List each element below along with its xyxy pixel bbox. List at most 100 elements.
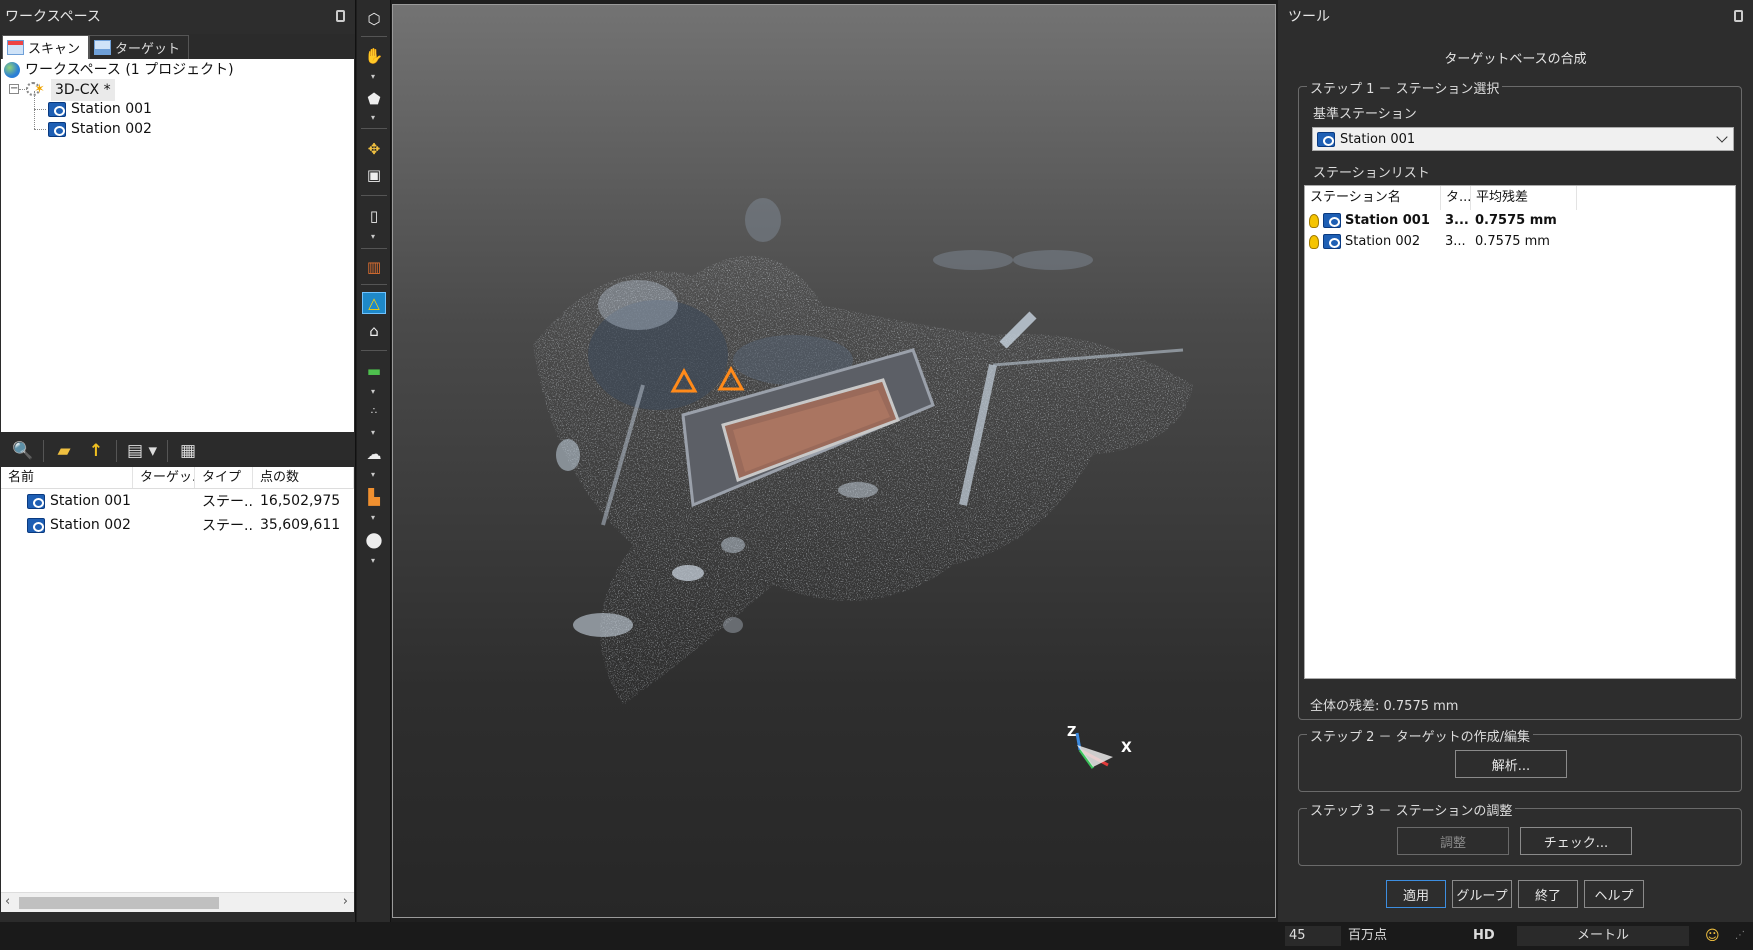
workspace-title: ワークスペース: [0, 0, 355, 34]
list-item[interactable]: Station 002 3... 0.7575 mm: [1305, 231, 1735, 252]
station-icon: [27, 493, 45, 509]
circle-icon[interactable]: ●: [362, 527, 386, 551]
target-tool-icon[interactable]: △: [362, 292, 386, 314]
length-unit-field[interactable]: メートル: [1517, 926, 1689, 946]
search-icon[interactable]: 🔍: [8, 438, 38, 464]
list-points: 35,609,611: [260, 517, 341, 533]
adjust-button[interactable]: 調整: [1397, 827, 1509, 855]
page-icon[interactable]: ▯: [362, 205, 386, 227]
list-item[interactable]: Station 002 ステー... 35,609,611: [1, 513, 354, 537]
list-name: Station 002: [50, 517, 131, 533]
col-target[interactable]: ターゲッ...: [133, 467, 195, 488]
col-type[interactable]: タイプ: [195, 467, 253, 488]
col-residual[interactable]: 平均残差: [1471, 186, 1577, 210]
col-points[interactable]: 点の数: [253, 467, 354, 488]
view-mode-icon[interactable]: ▤ ▾: [122, 438, 162, 464]
hand-pan-icon[interactable]: ✋: [362, 45, 386, 67]
station-icon: [1317, 131, 1335, 147]
3d-viewport[interactable]: Z X: [392, 4, 1276, 918]
axis-gizmo: [1075, 732, 1113, 769]
point-cloud: [533, 198, 1193, 769]
bulb-icon[interactable]: [1309, 213, 1319, 228]
step3-group: ステップ 3 － ステーションの調整 調整 チェック...: [1298, 800, 1742, 866]
col-t[interactable]: タ...: [1441, 186, 1471, 210]
list-item[interactable]: Station 001 3... 0.7575 mm: [1305, 210, 1735, 231]
col-station-name[interactable]: ステーション名: [1305, 186, 1441, 210]
collapse-toggle[interactable]: −: [9, 84, 19, 94]
user-icon[interactable]: ☺: [1705, 926, 1720, 946]
list-item[interactable]: Station 001 ステー... 16,502,975: [1, 489, 354, 513]
layer-icon[interactable]: ▬: [362, 360, 386, 382]
tree-item-station-001[interactable]: Station 001: [48, 98, 152, 120]
pin-icon[interactable]: [1734, 10, 1743, 22]
point-budget-value[interactable]: 45: [1285, 926, 1341, 946]
tab-target[interactable]: ターゲット: [89, 35, 190, 59]
step1-group: ステップ 1 － ステーション選択 基準ステーション Station 001 ス…: [1298, 78, 1742, 720]
fit-view-icon[interactable]: ▣: [362, 164, 386, 186]
view-toolbar: ⬡ ✋ ▾ ⬟ ▾ ✥ ▣ ▯ ▾ ▥ △ ⌂ ▬ ▾ ∴ ▾ ☁ ▾ ▙ ▾ …: [357, 0, 391, 922]
analyze-button[interactable]: 解析...: [1455, 750, 1567, 778]
tab-scan[interactable]: スキャン: [2, 35, 90, 59]
base-station-label: 基準ステーション: [1313, 107, 1417, 122]
tools-panel: ツール ターゲットベースの合成 ステップ 1 － ステーション選択 基準ステーシ…: [1278, 0, 1753, 922]
station-row-name: Station 002: [1345, 234, 1421, 249]
horizontal-scrollbar[interactable]: ‹ ›: [1, 892, 354, 912]
workspace-tree: ワークスペース (1 プロジェクト) − 3D-CX * Station 001…: [1, 59, 354, 432]
tree-item-workspace[interactable]: ワークスペース (1 プロジェクト): [4, 59, 234, 81]
tree-item-station-002[interactable]: Station 002: [48, 118, 152, 140]
tools-heading: ターゲットベースの合成: [1444, 52, 1587, 67]
export-icon[interactable]: ▦: [173, 438, 203, 464]
points-icon[interactable]: ∴: [362, 400, 386, 422]
step2-legend: ステップ 2 － ターゲットの作成/編集: [1307, 726, 1534, 745]
tools-title: ツール: [1278, 0, 1753, 34]
cube-view-icon[interactable]: ⬡: [362, 8, 386, 30]
station-row-residual: 0.7575 mm: [1475, 234, 1550, 249]
list-type: ステー...: [202, 494, 253, 510]
bulb-icon[interactable]: [1309, 234, 1319, 249]
base-station-select[interactable]: Station 001: [1312, 127, 1734, 151]
check-button[interactable]: チェック...: [1520, 827, 1632, 855]
up-arrow-icon[interactable]: ↑: [81, 438, 111, 464]
workspace-panel: ワークスペース スキャン ターゲット ワークスペース (1 プロジェクト) − …: [0, 0, 356, 922]
station-row-name: Station 001: [1345, 213, 1430, 228]
axis-x-label: X: [1121, 740, 1132, 756]
scan-list: 名前 ターゲッ... タイプ 点の数 Station 001 ステー... 16…: [1, 467, 354, 912]
tree-station-002-label: Station 002: [71, 121, 152, 137]
cloud-icon[interactable]: ☁: [362, 443, 386, 465]
list-name: Station 001: [50, 493, 131, 509]
axis-z-label: Z: [1067, 725, 1077, 740]
list-toolbar: 🔍 ▰ ↑ ▤ ▾ ▦: [0, 436, 355, 466]
help-button[interactable]: ヘルプ: [1584, 880, 1644, 908]
eraser-icon[interactable]: ⬟: [362, 88, 386, 110]
person-icon[interactable]: ▙: [362, 486, 386, 508]
col-name[interactable]: 名前: [1, 467, 133, 488]
quality-badge[interactable]: HD: [1473, 926, 1495, 946]
tab-target-label: ターゲット: [115, 42, 181, 57]
project-icon: [26, 79, 46, 101]
scrollbar-thumb[interactable]: [19, 897, 219, 909]
list-type: ステー...: [202, 518, 253, 534]
step3-legend: ステップ 3 － ステーションの調整: [1307, 800, 1516, 819]
scroll-left-icon[interactable]: ‹: [5, 894, 10, 909]
scan-list-header: 名前 ターゲッ... タイプ 点の数: [1, 467, 354, 489]
station-row-t: 3...: [1445, 234, 1466, 249]
photo-icon[interactable]: ▥: [362, 256, 386, 278]
group-button[interactable]: グループ: [1452, 880, 1512, 908]
apply-button[interactable]: 適用: [1386, 880, 1446, 908]
station-list-header: ステーション名 タ... 平均残差: [1305, 186, 1735, 210]
scroll-right-icon[interactable]: ›: [343, 894, 348, 909]
close-button[interactable]: 終了: [1518, 880, 1578, 908]
station-icon: [27, 517, 45, 533]
status-bar: 45 百万点 HD メートル ☺ ⋰: [0, 922, 1753, 950]
station-tool-icon[interactable]: ⌂: [362, 320, 386, 342]
move-icon[interactable]: ✥: [362, 138, 386, 160]
resize-grip-icon[interactable]: ⋰: [1735, 926, 1745, 946]
folder-icon[interactable]: ▰: [49, 438, 79, 464]
station-list-label: ステーションリスト: [1313, 166, 1430, 181]
tree-item-workspace-label: ワークスペース (1 プロジェクト): [25, 62, 234, 78]
station-row-t: 3...: [1445, 213, 1469, 228]
target-tab-icon: [94, 40, 112, 55]
station-icon: [48, 121, 66, 137]
pin-icon[interactable]: [336, 10, 345, 22]
station-list: ステーション名 タ... 平均残差 Station 001 3... 0.757…: [1304, 185, 1736, 679]
